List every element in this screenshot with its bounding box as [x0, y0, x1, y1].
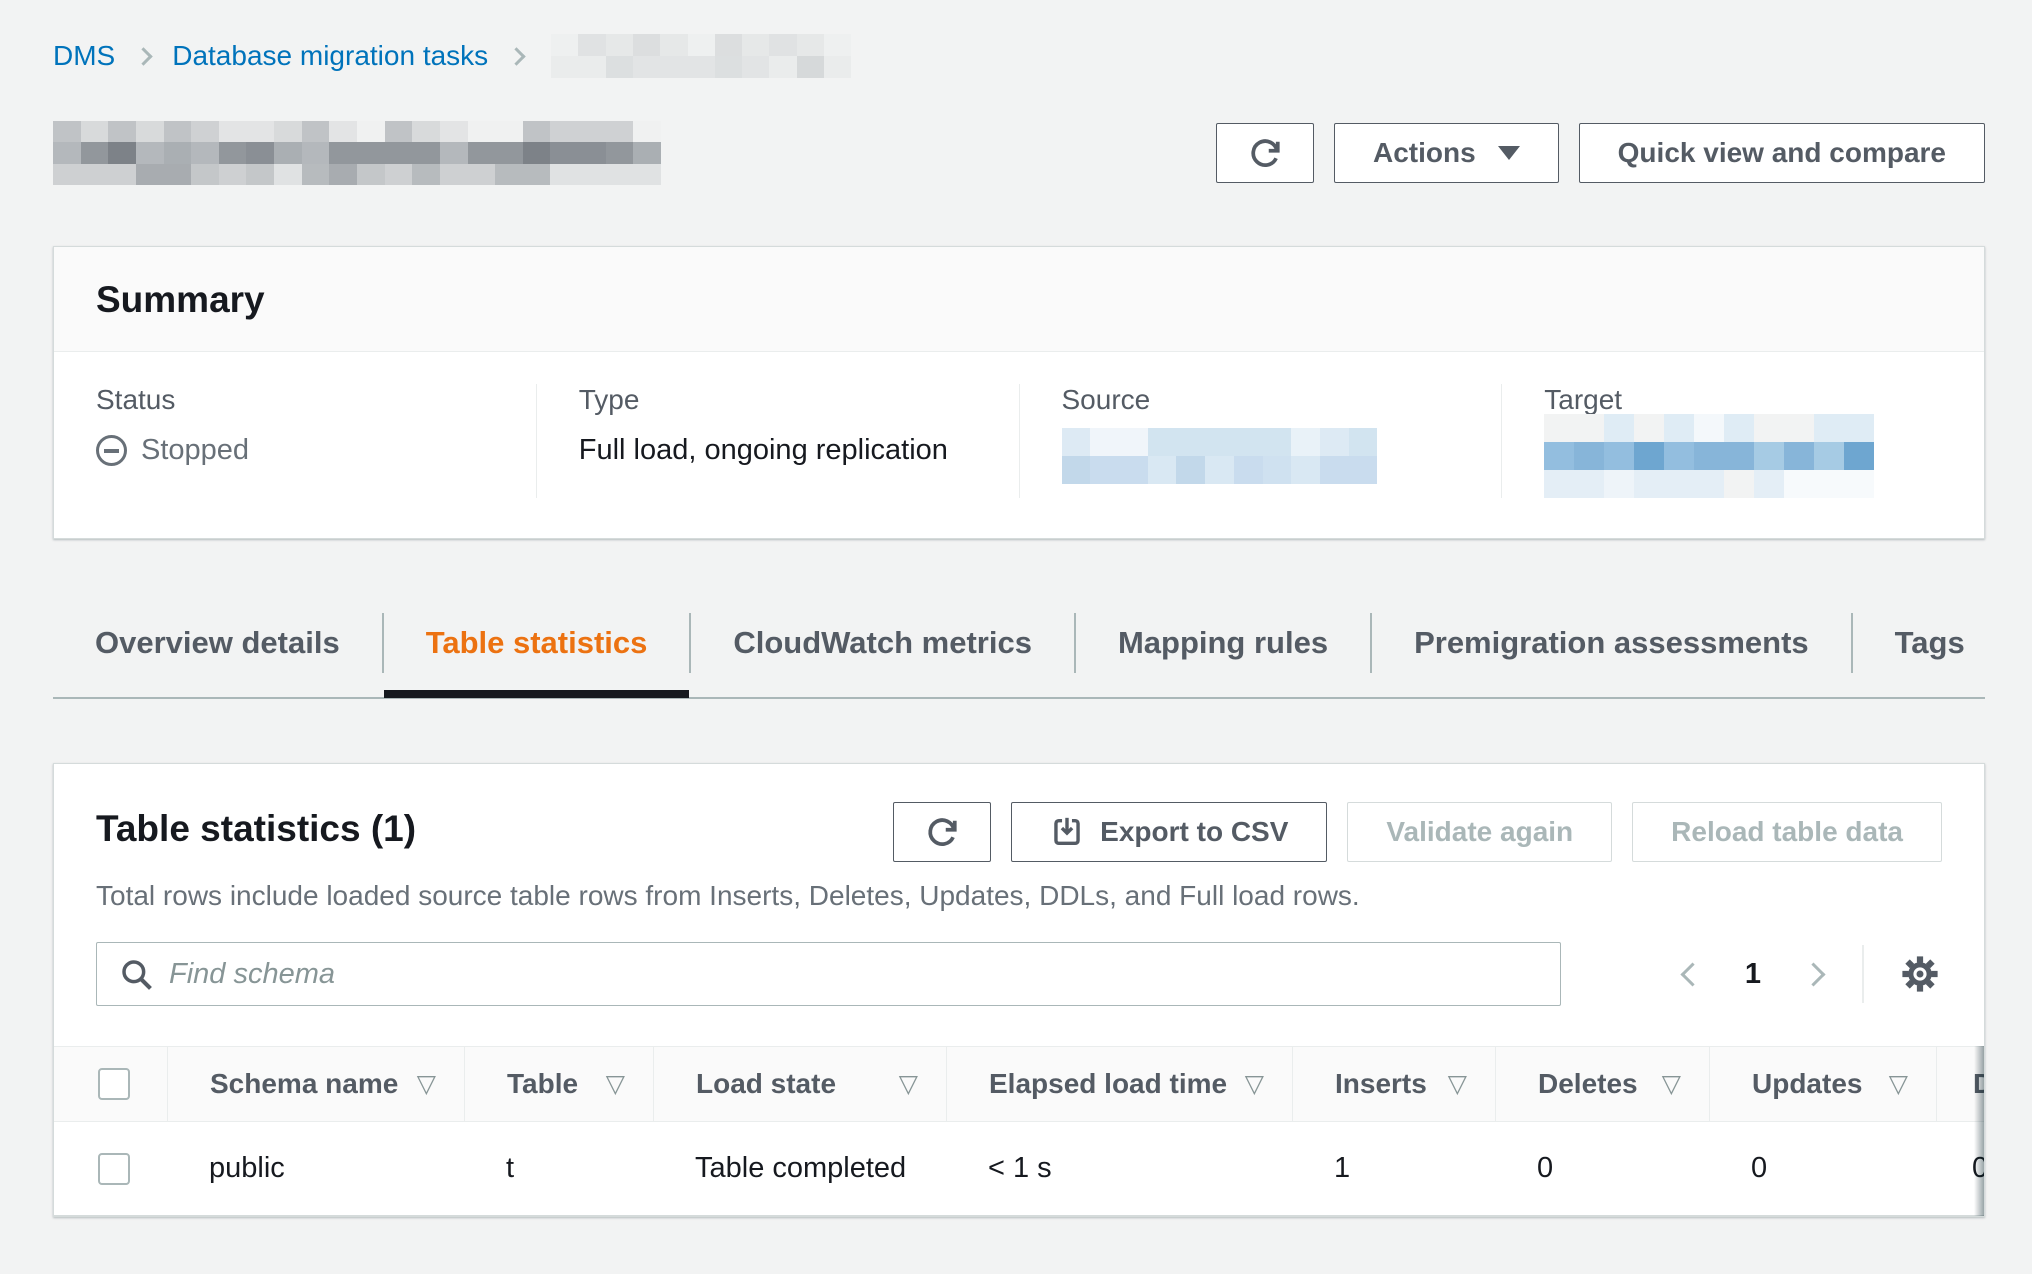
- column-header-elapsed-load-time[interactable]: Elapsed load time▽: [946, 1047, 1292, 1121]
- actions-label: Actions: [1373, 137, 1476, 169]
- schema-search: [96, 942, 1561, 1006]
- cell-updates: 0: [1709, 1122, 1936, 1215]
- search-icon: [118, 956, 156, 994]
- cell-load-state: Table completed: [653, 1122, 946, 1215]
- target-value-redacted: [1544, 414, 1874, 498]
- column-header-ddls[interactable]: DDLs: [1936, 1047, 1984, 1121]
- summary-field-status: Status Stopped: [54, 384, 536, 498]
- summary-title: Summary: [96, 279, 1942, 321]
- summary-body: Status Stopped Type Full load, ongoing r…: [54, 352, 1984, 538]
- page-header: Actions Quick view and compare: [53, 122, 1985, 184]
- refresh-icon: [924, 814, 960, 850]
- tab-bar: Overview details Table statistics CloudW…: [53, 609, 1985, 699]
- quick-view-compare-button[interactable]: Quick view and compare: [1579, 123, 1985, 183]
- select-all-checkbox[interactable]: [98, 1068, 130, 1100]
- divider: [1862, 945, 1864, 1003]
- statistics-table: Schema name▽ Table▽ Load state▽ Elapsed …: [54, 1046, 1984, 1216]
- table-statistics-header: Table statistics (1) Export to CSV: [54, 764, 1984, 862]
- cell-inserts: 1: [1292, 1122, 1495, 1215]
- tab-overview-details[interactable]: Overview details: [53, 613, 382, 673]
- table-actions: Export to CSV Validate again Reload tabl…: [893, 802, 1942, 862]
- summary-field-target: Target: [1501, 384, 1984, 498]
- tab-table-statistics[interactable]: Table statistics: [382, 613, 690, 673]
- summary-header: Summary: [54, 247, 1984, 352]
- breadcrumb-link-tasks[interactable]: Database migration tasks: [172, 40, 488, 72]
- table-statistics-card: Table statistics (1) Export to CSV: [53, 763, 1985, 1217]
- reload-table-data-button[interactable]: Reload table data: [1632, 802, 1942, 862]
- table-header-row: Schema name▽ Table▽ Load state▽ Elapsed …: [54, 1046, 1984, 1122]
- cell-ddls: 0: [1936, 1122, 1984, 1215]
- sort-filter-icon[interactable]: ▽: [899, 1069, 918, 1099]
- summary-field-type: Type Full load, ongoing replication: [536, 384, 1019, 498]
- column-header-load-state[interactable]: Load state▽: [653, 1047, 946, 1121]
- breadcrumb: DMS Database migration tasks: [53, 34, 1985, 78]
- validate-again-button[interactable]: Validate again: [1347, 802, 1612, 862]
- export-to-csv-button[interactable]: Export to CSV: [1011, 802, 1327, 862]
- dms-task-page: DMS Database migration tasks Actions Qui…: [0, 0, 2032, 1217]
- header-actions: Actions Quick view and compare: [1216, 123, 1985, 183]
- table-tools: 1: [54, 912, 1984, 1046]
- sort-filter-icon[interactable]: ▽: [1662, 1069, 1681, 1099]
- download-icon: [1050, 815, 1084, 849]
- breadcrumb-link-dms[interactable]: DMS: [53, 40, 115, 72]
- page-title-redacted: [53, 121, 661, 185]
- row-checkbox[interactable]: [98, 1153, 130, 1185]
- cell-table: t: [464, 1122, 653, 1215]
- summary-card: Summary Status Stopped Type Full load, o…: [53, 246, 1985, 539]
- sort-filter-icon[interactable]: ▽: [606, 1069, 625, 1099]
- refresh-icon: [1247, 135, 1283, 171]
- sort-filter-icon[interactable]: ▽: [1889, 1069, 1908, 1099]
- stopped-status-icon: [96, 435, 127, 466]
- search-input[interactable]: [96, 942, 1561, 1006]
- next-page-button[interactable]: [1801, 962, 1825, 986]
- pagination: 1: [1684, 958, 1822, 991]
- table-statistics-title: Table statistics (1): [96, 802, 416, 850]
- breadcrumb-current-redacted: [551, 34, 851, 78]
- table-statistics-description: Total rows include loaded source table r…: [54, 862, 1984, 912]
- status-badge: Stopped: [96, 434, 506, 467]
- column-header-table[interactable]: Table▽: [464, 1047, 653, 1121]
- cell-deletes: 0: [1495, 1122, 1709, 1215]
- table-preferences-button[interactable]: [1898, 952, 1942, 996]
- tab-cloudwatch-metrics[interactable]: CloudWatch metrics: [689, 613, 1074, 673]
- cell-elapsed-load-time: < 1 s: [946, 1122, 1292, 1215]
- column-header-schema-name[interactable]: Schema name▽: [167, 1047, 464, 1121]
- actions-menu-button[interactable]: Actions: [1334, 123, 1559, 183]
- gear-icon: [1898, 952, 1942, 996]
- source-value-redacted: [1062, 428, 1378, 484]
- column-header-inserts[interactable]: Inserts▽: [1292, 1047, 1495, 1121]
- caret-down-icon: [1498, 146, 1520, 160]
- tab-premigration-assessments[interactable]: Premigration assessments: [1370, 613, 1851, 673]
- cell-schema-name: public: [167, 1122, 464, 1215]
- column-header-updates[interactable]: Updates▽: [1709, 1047, 1936, 1121]
- table-refresh-button[interactable]: [893, 802, 991, 862]
- tab-mapping-rules[interactable]: Mapping rules: [1074, 613, 1370, 673]
- sort-filter-icon[interactable]: ▽: [1448, 1069, 1467, 1099]
- chevron-right-icon: [135, 47, 153, 65]
- tab-tags[interactable]: Tags: [1851, 613, 2007, 673]
- summary-field-source: Source: [1019, 384, 1502, 498]
- previous-page-button[interactable]: [1680, 962, 1704, 986]
- sort-filter-icon[interactable]: ▽: [1245, 1069, 1264, 1099]
- current-page-number: 1: [1745, 958, 1761, 991]
- refresh-button[interactable]: [1216, 123, 1314, 183]
- column-header-deletes[interactable]: Deletes▽: [1495, 1047, 1709, 1121]
- sort-filter-icon[interactable]: ▽: [417, 1069, 436, 1099]
- table-row: public t Table completed < 1 s 1 0 0 0: [54, 1122, 1984, 1216]
- chevron-right-icon: [507, 47, 525, 65]
